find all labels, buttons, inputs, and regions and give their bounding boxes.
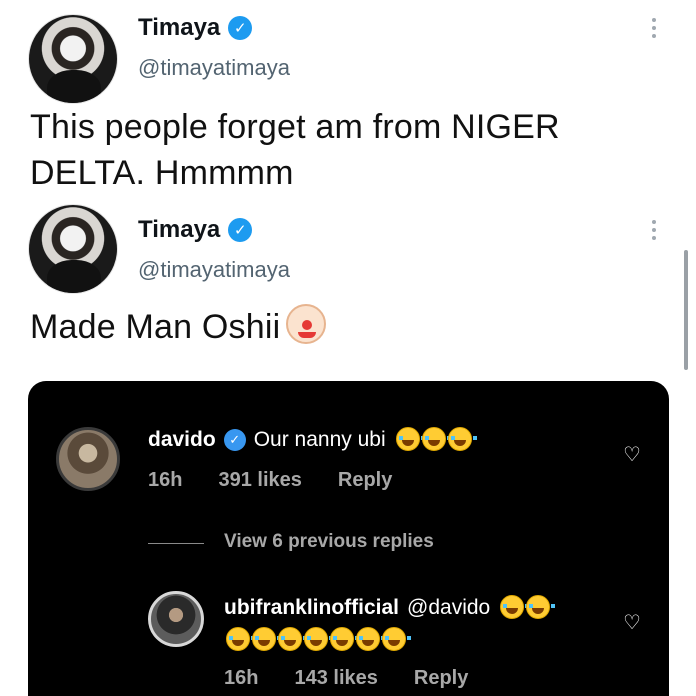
tweet-text-line-2: DELTA. Hmmmm bbox=[30, 154, 294, 192]
comment-2-meta: 16h 143 likes Reply bbox=[224, 667, 468, 690]
replies-divider bbox=[148, 543, 204, 544]
tweet-text: Made Man Oshii bbox=[30, 304, 327, 350]
tweet-text-content: Made Man Oshii bbox=[30, 308, 281, 346]
author-handle[interactable]: @timayatimaya bbox=[138, 257, 290, 283]
author-name[interactable]: Timaya bbox=[138, 14, 220, 42]
comment-time: 16h bbox=[148, 469, 183, 491]
author-name[interactable]: Timaya bbox=[138, 216, 220, 244]
instagram-comments-screenshot: davido ✓ Our nanny ubi 16h 391 likes Rep… bbox=[28, 381, 669, 696]
comment-2-line: ubifranklinofficial @davido bbox=[224, 595, 556, 620]
comment-time: 16h bbox=[224, 667, 259, 689]
author-row: Timaya ✓ bbox=[138, 216, 253, 244]
more-vertical-icon[interactable] bbox=[650, 220, 658, 240]
view-previous-replies-button[interactable]: View 6 previous replies bbox=[224, 531, 434, 553]
verified-check-icon: ✓ bbox=[223, 428, 246, 451]
verified-check-icon: ✓ bbox=[228, 218, 253, 242]
tears-of-joy-emoji-icons bbox=[224, 627, 411, 652]
comment-username[interactable]: davido bbox=[148, 428, 216, 452]
comment-username[interactable]: ubifranklinofficial bbox=[224, 596, 399, 620]
author-handle[interactable]: @timayatimaya bbox=[138, 55, 290, 81]
scrollbar[interactable] bbox=[684, 250, 688, 370]
reply-button[interactable]: Reply bbox=[414, 667, 468, 690]
author-row: Timaya ✓ bbox=[138, 14, 253, 42]
comment-2-emoji-line bbox=[224, 627, 411, 652]
commenter-avatar[interactable] bbox=[56, 427, 120, 491]
tears-of-joy-emoji-icons bbox=[394, 427, 477, 452]
comment-likes[interactable]: 391 likes bbox=[218, 469, 301, 492]
tweet-text: This people forget am from NIGER DELTA. … bbox=[30, 104, 560, 196]
heart-outline-icon[interactable]: ♡ bbox=[622, 613, 642, 633]
comment-1-line: davido ✓ Our nanny ubi bbox=[148, 427, 477, 452]
reply-button[interactable]: Reply bbox=[338, 469, 392, 492]
tears-of-joy-emoji-icons bbox=[498, 595, 556, 620]
heart-outline-icon[interactable]: ♡ bbox=[622, 445, 642, 465]
verified-check-icon: ✓ bbox=[228, 16, 253, 40]
comment-1-meta: 16h 391 likes Reply bbox=[148, 469, 392, 492]
avatar[interactable] bbox=[28, 14, 118, 104]
more-vertical-icon[interactable] bbox=[650, 18, 658, 38]
comment-text: Our nanny ubi bbox=[253, 427, 386, 451]
avatar[interactable] bbox=[28, 204, 118, 294]
tweet-text-line-1: This people forget am from NIGER bbox=[30, 108, 560, 146]
comment-mention[interactable]: @davido bbox=[407, 596, 490, 620]
clown-face-emoji-icon bbox=[286, 304, 327, 344]
commenter-avatar[interactable] bbox=[148, 591, 204, 647]
comment-likes[interactable]: 143 likes bbox=[294, 667, 377, 690]
